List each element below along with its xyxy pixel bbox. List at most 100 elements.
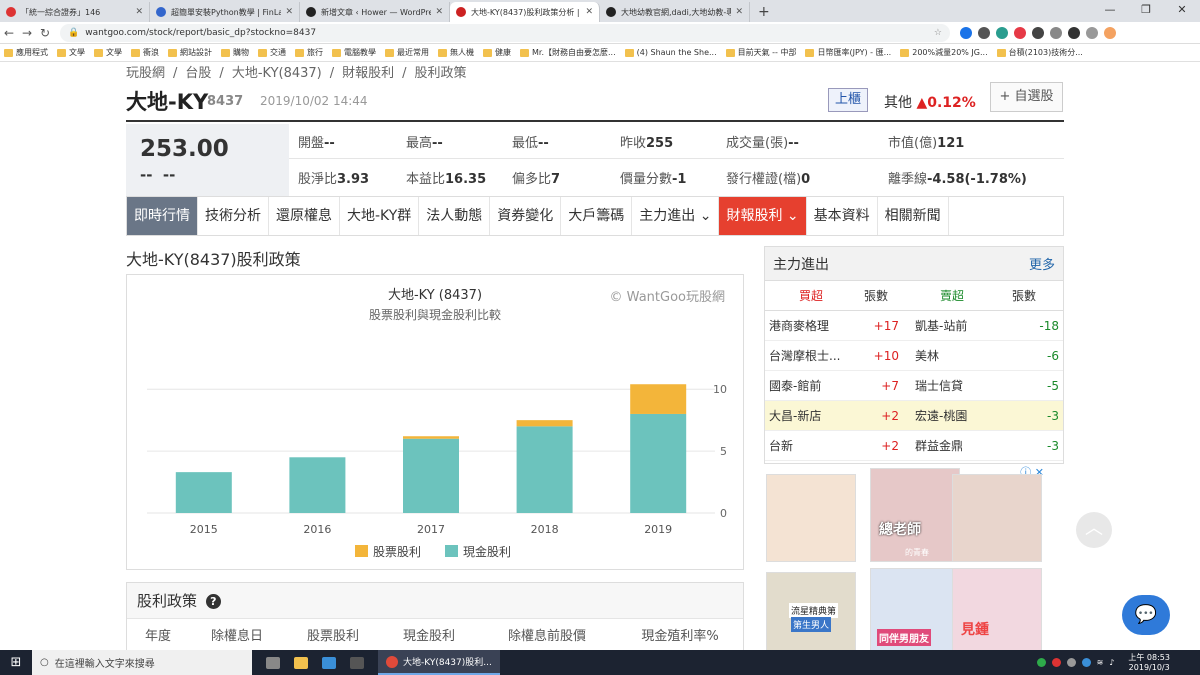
bookmark-item[interactable]: 目前天氣 -- 中部 (725, 47, 796, 58)
ad-image[interactable] (952, 474, 1042, 562)
bookmark-item[interactable]: 電腦教學 (332, 47, 376, 58)
menu-tab[interactable]: 主力進出 ⌄ (632, 197, 720, 235)
menu-tab[interactable]: 大戶籌碼 (561, 197, 633, 235)
chat-button[interactable]: 💬 (1122, 595, 1170, 635)
breadcrumb-item[interactable]: 財報股利 (342, 66, 394, 81)
main-force-row[interactable]: 台新 +2 群益金鼎 -3 (765, 431, 1063, 461)
sell-broker[interactable]: 凱基-站前 (905, 317, 989, 334)
add-watchlist-button[interactable]: + 自選股 (990, 82, 1063, 112)
forward-icon[interactable]: → (18, 26, 36, 40)
ad-image[interactable]: 流星精典第 第生男人 (766, 572, 856, 650)
buy-broker[interactable]: 國泰-館前 (765, 377, 853, 394)
bookmark-item[interactable]: 無人機 (438, 47, 474, 58)
tab-close-icon[interactable]: ✕ (135, 7, 143, 17)
main-force-row[interactable]: 國泰-館前 +7 瑞士信貸 -5 (765, 371, 1063, 401)
main-force-row[interactable]: 港商麥格理 +17 凱基-站前 -18 (765, 311, 1063, 341)
app-icon[interactable] (322, 656, 336, 669)
bookmark-item[interactable]: 文學 (57, 47, 85, 58)
new-tab-button[interactable]: + (750, 2, 778, 22)
menu-tab[interactable]: 相關新聞 (878, 197, 949, 235)
menu-tab[interactable]: 資券變化 (490, 197, 562, 235)
extension-icon[interactable] (1050, 26, 1062, 39)
file-explorer-icon[interactable] (294, 656, 308, 669)
sell-broker[interactable]: 瑞士信貸 (905, 377, 989, 394)
browser-tab[interactable]: 新增文章 ‹ Hower — WordPress ✕ (300, 2, 450, 22)
menu-tab[interactable]: 大地-KY群 (340, 197, 420, 235)
extension-icon[interactable] (1068, 26, 1080, 39)
main-force-row[interactable]: 台灣摩根士... +10 美林 -6 (765, 341, 1063, 371)
breadcrumb-item[interactable]: 股利政策 (415, 66, 467, 81)
menu-tab[interactable]: 技術分析 (198, 197, 269, 235)
sell-broker[interactable]: 宏遠-桃園 (905, 407, 989, 424)
tray-icon[interactable] (1036, 658, 1046, 667)
extension-icon[interactable] (1086, 26, 1098, 39)
extension-icon[interactable] (1032, 26, 1044, 39)
menu-tab[interactable]: 還原權息 (269, 197, 340, 235)
bookmark-item[interactable]: 日幣匯率(JPY) - 匯... (805, 47, 891, 58)
browser-tab[interactable]: 「統一綜合證券」146 ✕ (0, 2, 150, 22)
sell-broker[interactable]: 群益金鼎 (905, 437, 989, 454)
close-window-button[interactable]: ✕ (1164, 0, 1200, 20)
browser-tab[interactable]: 大地-KY(8437)股利政策分析 | 台 ✕ (450, 2, 600, 22)
breadcrumb-item[interactable]: 大地-KY(8437) (232, 66, 322, 81)
bookmark-item[interactable]: Mr.【財務自由要怎麼... (520, 47, 616, 58)
buy-broker[interactable]: 台灣摩根士... (765, 347, 853, 364)
ad-image[interactable]: 總老師 的青春 (870, 468, 960, 562)
menu-tab[interactable]: 財報股利 ⌄ (719, 197, 807, 235)
ad-image[interactable] (766, 474, 856, 562)
bookmark-item[interactable]: 台積(2103)技術分... (996, 47, 1083, 58)
buy-broker[interactable]: 台新 (765, 437, 853, 454)
browser-tab[interactable]: 超簡單安裝Python教學 | FinLab ✕ (150, 2, 300, 22)
volume-icon[interactable]: ♪ (1109, 658, 1114, 667)
more-link[interactable]: 更多 (1029, 254, 1055, 273)
profile-avatar[interactable] (1104, 26, 1116, 39)
reload-icon[interactable]: ↻ (36, 26, 54, 40)
taskbar-search-input[interactable]: ○ 在這裡輸入文字來搜尋 (32, 650, 252, 675)
advertisement[interactable]: ⓘ ✕ 總老師 的青春 流星精典第 第生男人 同伴男朋友 見鍾 (764, 464, 1064, 650)
bookmark-item[interactable]: 購物 (221, 47, 249, 58)
minimize-button[interactable]: — (1092, 0, 1128, 20)
ad-image[interactable]: 見鍾 (952, 568, 1042, 650)
tab-close-icon[interactable]: ✕ (285, 7, 293, 17)
bookmark-item[interactable]: 健康 (483, 47, 511, 58)
menu-tab[interactable]: 基本資料 (807, 197, 878, 235)
ad-image[interactable]: 同伴男朋友 (870, 568, 960, 650)
extension-icon[interactable] (1014, 26, 1026, 39)
help-icon[interactable]: ? (205, 594, 221, 609)
buy-broker[interactable]: 港商麥格理 (765, 317, 853, 334)
buy-broker[interactable]: 大昌-新店 (765, 407, 853, 424)
breadcrumb-item[interactable]: 玩股網 (126, 66, 165, 81)
tray-icon[interactable] (1081, 658, 1091, 667)
bookmark-item[interactable]: 衝浪 (131, 47, 159, 58)
bookmark-star-icon[interactable]: ☆ (934, 28, 942, 38)
tray-icon[interactable] (1051, 658, 1061, 667)
sector-change[interactable]: 其他 ▲0.12% (884, 92, 976, 112)
main-force-row[interactable]: 大昌-新店 +2 宏遠-桃園 -3 (765, 401, 1063, 431)
url-input[interactable]: 🔒 wantgoo.com/stock/report/basic_dp?stoc… (60, 23, 950, 42)
tab-close-icon[interactable]: ✕ (585, 7, 593, 17)
extension-icon[interactable] (978, 26, 990, 39)
bookmark-item[interactable]: 交通 (258, 47, 286, 58)
browser-tab[interactable]: 大地幼教官網,dadi,大地幼教-專 ✕ (600, 2, 750, 22)
scroll-to-top-button[interactable]: ︿ (1076, 512, 1112, 548)
tray-icon[interactable] (1066, 658, 1076, 667)
maximize-button[interactable]: ❐ (1128, 0, 1164, 20)
tab-close-icon[interactable]: ✕ (735, 7, 743, 17)
extension-icon[interactable] (996, 26, 1008, 39)
sell-broker[interactable]: 美林 (905, 347, 989, 364)
bookmark-item[interactable]: 文學 (94, 47, 122, 58)
bookmark-item[interactable]: (4) Shaun the She... (624, 48, 717, 57)
bookmark-item[interactable]: 旅行 (295, 47, 323, 58)
tab-close-icon[interactable]: ✕ (435, 7, 443, 17)
extension-icon[interactable] (960, 26, 972, 39)
market-badge[interactable]: 上櫃 (828, 88, 868, 112)
bookmark-item[interactable]: 200%減量20% JG... (900, 47, 988, 58)
bookmark-item[interactable]: 網站設計 (168, 47, 212, 58)
app-icon[interactable] (350, 656, 364, 669)
bookmark-item[interactable]: 最近常用 (385, 47, 429, 58)
back-icon[interactable]: ← (0, 26, 18, 40)
bookmark-item[interactable]: 應用程式 (4, 47, 48, 58)
wifi-icon[interactable]: ≋ (1097, 658, 1104, 667)
menu-tab[interactable]: 即時行情 (127, 197, 198, 235)
taskbar-chrome-app[interactable]: 大地-KY(8437)股利... (378, 650, 500, 675)
